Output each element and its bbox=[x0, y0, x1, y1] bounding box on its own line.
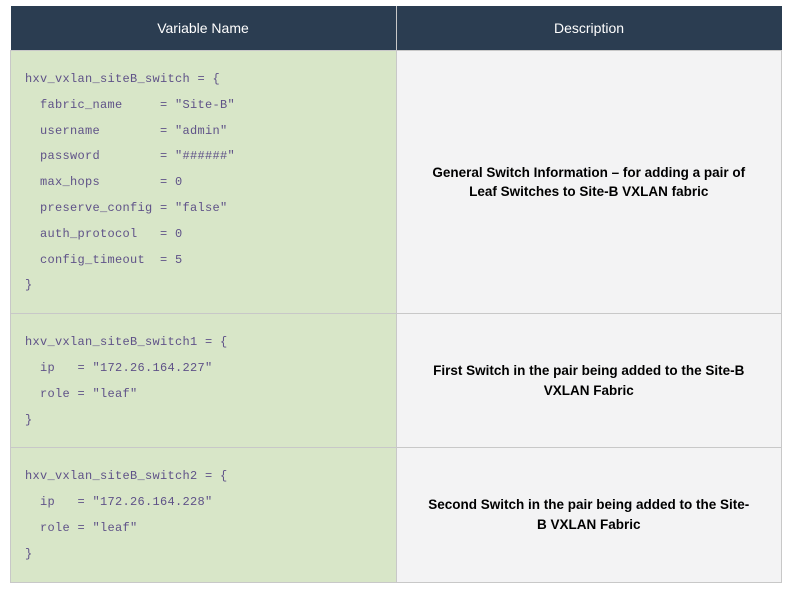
table-row: hxv_vxlan_siteB_switch = { fabric_name =… bbox=[11, 51, 782, 314]
description-cell: Second Switch in the pair being added to… bbox=[396, 448, 782, 582]
description-cell: General Switch Information – for adding … bbox=[396, 51, 782, 314]
code-block: hxv_vxlan_siteB_switch1 = { ip = "172.26… bbox=[25, 330, 382, 433]
table-header-row: Variable Name Description bbox=[11, 6, 782, 51]
config-table: Variable Name Description hxv_vxlan_site… bbox=[10, 6, 782, 583]
variable-cell: hxv_vxlan_siteB_switch2 = { ip = "172.26… bbox=[11, 448, 397, 582]
description-cell: First Switch in the pair being added to … bbox=[396, 314, 782, 448]
table-row: hxv_vxlan_siteB_switch2 = { ip = "172.26… bbox=[11, 448, 782, 582]
header-variable-name: Variable Name bbox=[11, 6, 397, 51]
header-description: Description bbox=[396, 6, 782, 51]
variable-cell: hxv_vxlan_siteB_switch = { fabric_name =… bbox=[11, 51, 397, 314]
code-block: hxv_vxlan_siteB_switch = { fabric_name =… bbox=[25, 67, 382, 299]
table-row: hxv_vxlan_siteB_switch1 = { ip = "172.26… bbox=[11, 314, 782, 448]
code-block: hxv_vxlan_siteB_switch2 = { ip = "172.26… bbox=[25, 464, 382, 567]
variable-cell: hxv_vxlan_siteB_switch1 = { ip = "172.26… bbox=[11, 314, 397, 448]
